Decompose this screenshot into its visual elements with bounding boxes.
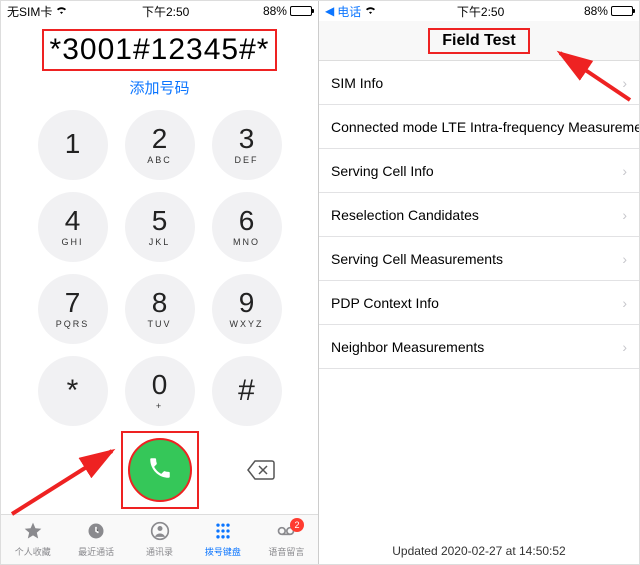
status-bar: ◀ 电话 下午2:50 88%: [319, 1, 639, 21]
list-item[interactable]: Serving Cell Info›: [319, 149, 639, 193]
key-5[interactable]: 5JKL: [125, 192, 195, 262]
chevron-right-icon: ›: [622, 207, 627, 223]
wifi-icon: [55, 4, 68, 18]
key-3[interactable]: 3DEF: [212, 110, 282, 180]
chevron-right-icon: ›: [622, 251, 627, 267]
keypad: 1 2ABC 3DEF 4GHI 5JKL 6MNO 7PQRS 8TUV 9W…: [1, 110, 318, 426]
tab-bar: 个人收藏 最近通话 通讯录 拨号键盘 语音留言 2: [1, 514, 318, 564]
list-item[interactable]: PDP Context Info›: [319, 281, 639, 325]
list-item[interactable]: SIM Info›: [319, 61, 639, 105]
person-icon: [150, 521, 170, 543]
phone-dialer-screen: 无SIM卡 下午2:50 88% *3001#12345#* 添加号码 1 2A…: [1, 1, 319, 564]
list-item[interactable]: Reselection Candidates›: [319, 193, 639, 237]
tab-recents[interactable]: 最近通话: [64, 515, 127, 564]
chevron-right-icon: ›: [622, 339, 627, 355]
list-item[interactable]: Serving Cell Measurements›: [319, 237, 639, 281]
battery-icon: [290, 6, 312, 16]
clock-text: 下午2:50: [142, 3, 189, 20]
back-label[interactable]: 电话: [337, 3, 361, 20]
tab-keypad[interactable]: 拨号键盘: [191, 515, 254, 564]
phone-icon: [147, 455, 173, 486]
back-indicator-icon[interactable]: ◀: [325, 4, 334, 18]
battery-icon: [611, 6, 633, 16]
battery-percent: 88%: [584, 4, 608, 18]
key-1[interactable]: 1: [38, 110, 108, 180]
key-star[interactable]: *: [38, 356, 108, 426]
carrier-text: 无SIM卡: [7, 3, 52, 20]
list-item[interactable]: Neighbor Measurements›: [319, 325, 639, 369]
tab-voicemail[interactable]: 语音留言 2: [255, 515, 318, 564]
key-4[interactable]: 4GHI: [38, 192, 108, 262]
star-icon: [23, 521, 43, 543]
wifi-icon: [364, 4, 377, 18]
phone-fieldtest-screen: ◀ 电话 下午2:50 88% Field Test SIM Info› Con…: [319, 1, 639, 564]
key-7[interactable]: 7PQRS: [38, 274, 108, 344]
chevron-right-icon: ›: [622, 75, 627, 91]
add-number-link[interactable]: 添加号码: [1, 77, 318, 98]
key-6[interactable]: 6MNO: [212, 192, 282, 262]
key-0[interactable]: 0+: [125, 356, 195, 426]
key-9[interactable]: 9WXYZ: [212, 274, 282, 344]
key-2[interactable]: 2ABC: [125, 110, 195, 180]
keypad-icon: [213, 521, 233, 543]
chevron-right-icon: ›: [622, 163, 627, 179]
clock-icon: [86, 521, 106, 543]
clock-text: 下午2:50: [457, 3, 504, 20]
chevron-right-icon: ›: [622, 295, 627, 311]
nav-bar: Field Test: [319, 21, 639, 61]
menu-list: SIM Info› Connected mode LTE Intra-frequ…: [319, 61, 639, 369]
page-title: Field Test: [428, 28, 530, 54]
key-8[interactable]: 8TUV: [125, 274, 195, 344]
status-bar: 无SIM卡 下午2:50 88%: [1, 1, 318, 21]
tab-favorites[interactable]: 个人收藏: [1, 515, 64, 564]
battery-percent: 88%: [263, 4, 287, 18]
call-button[interactable]: [128, 438, 192, 502]
list-item[interactable]: Connected mode LTE Intra-frequency Measu…: [319, 105, 639, 149]
backspace-button[interactable]: [244, 458, 278, 482]
update-footer: Updated 2020-02-27 at 14:50:52: [319, 544, 639, 558]
voicemail-badge: 2: [290, 518, 304, 532]
key-hash[interactable]: #: [212, 356, 282, 426]
dialed-number: *3001#12345#*: [42, 29, 278, 71]
tab-contacts[interactable]: 通讯录: [128, 515, 191, 564]
